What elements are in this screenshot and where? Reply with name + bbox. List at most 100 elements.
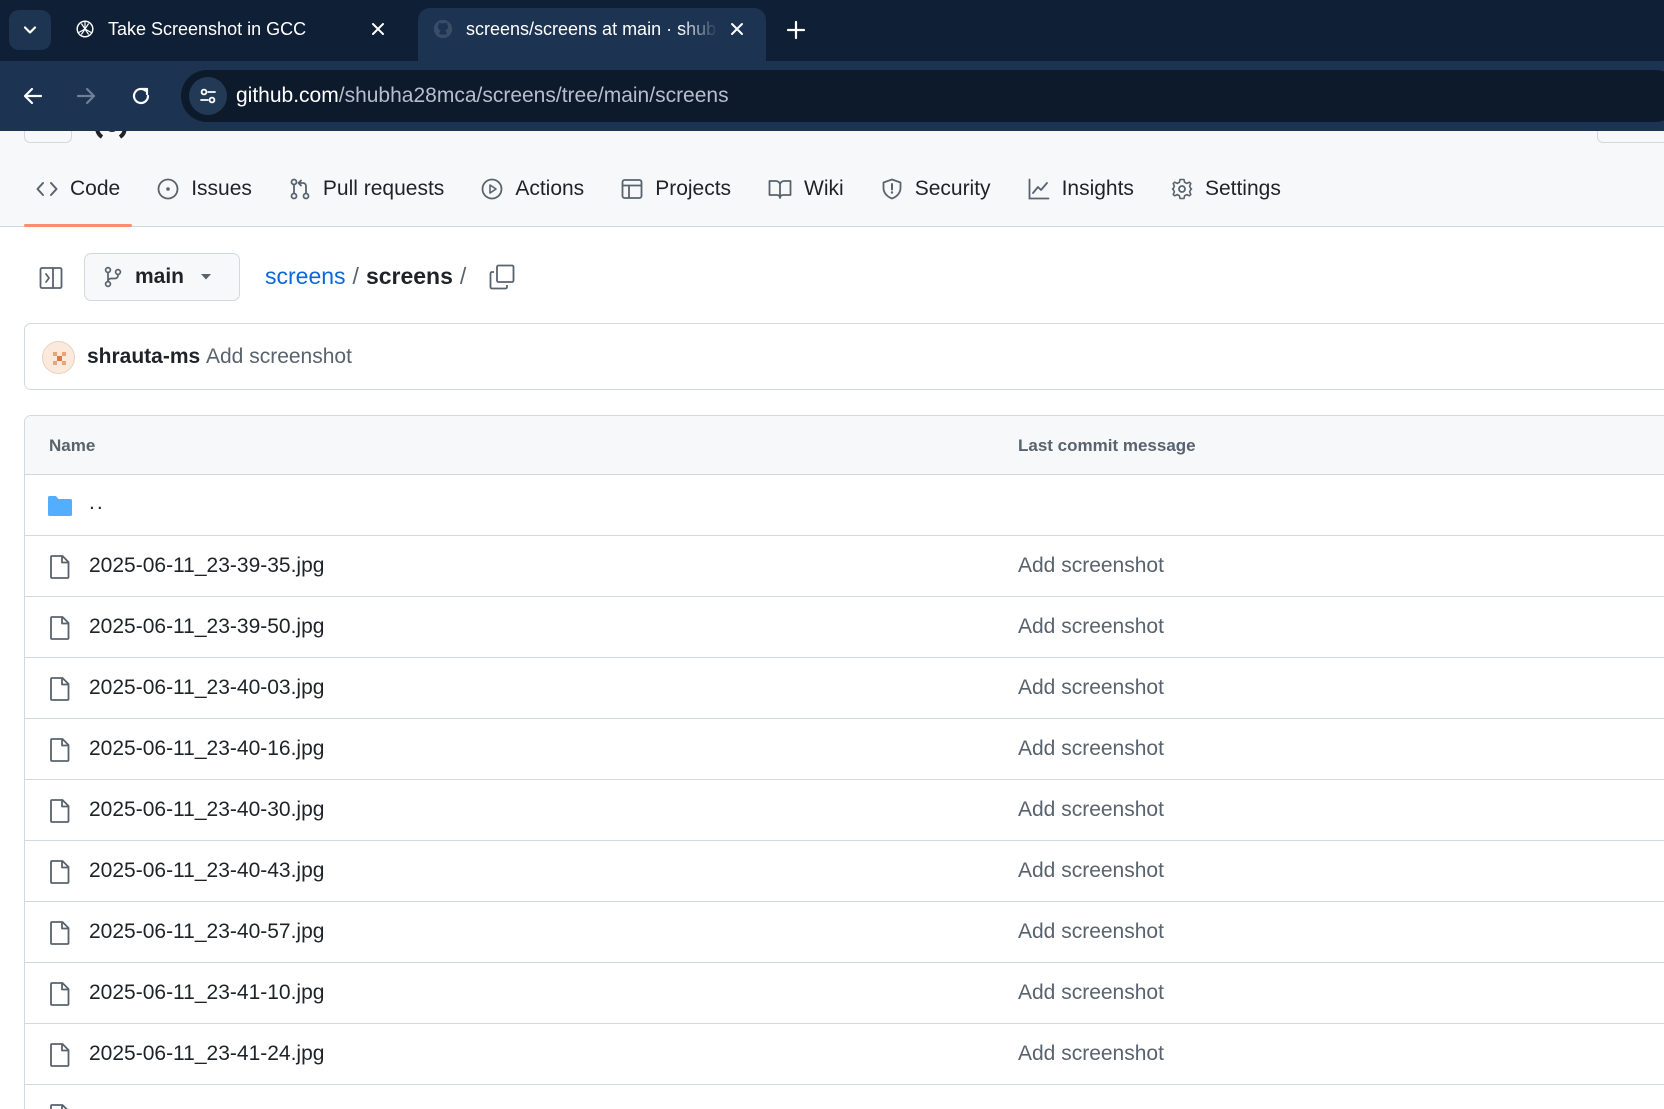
table-row-partial[interactable] xyxy=(25,1085,1664,1109)
breadcrumb: screens / screens / xyxy=(265,263,473,290)
file-name-link[interactable]: 2025-06-11_23-41-10.jpg xyxy=(89,981,324,1005)
file-commit-message-link[interactable]: Add screenshot xyxy=(1018,981,1164,1005)
file-commit-message-link[interactable]: Add screenshot xyxy=(1018,798,1164,822)
tab-settings-label: Settings xyxy=(1204,177,1281,200)
address-bar[interactable]: github.com/shubha28mca/screens/tree/main… xyxy=(181,70,1664,122)
tab-pull-requests[interactable]: Pull requests xyxy=(277,167,456,211)
tab-actions-label: Actions xyxy=(515,177,585,200)
tab-security[interactable]: Security xyxy=(869,167,1003,211)
github-logo-icon[interactable] xyxy=(92,131,132,141)
table-row[interactable]: 2025-06-11_23-40-30.jpg Add screenshot xyxy=(25,780,1664,841)
file-commit-message-link[interactable]: Add screenshot xyxy=(1018,676,1164,700)
commit-message-link[interactable]: Add screenshot xyxy=(206,345,352,369)
file-commit-message-link[interactable]: Add screenshot xyxy=(1018,615,1164,639)
shield-icon xyxy=(882,178,902,200)
url-text[interactable]: github.com/shubha28mca/screens/tree/main… xyxy=(236,84,729,108)
table-row[interactable]: 2025-06-11_23-39-50.jpg Add screenshot xyxy=(25,597,1664,658)
file-name-link[interactable]: 2025-06-11_23-40-03.jpg xyxy=(89,676,324,700)
sidebar-expand-icon xyxy=(39,267,63,289)
table-row[interactable]: 2025-06-11_23-39-35.jpg Add screenshot xyxy=(25,536,1664,597)
url-path: /shubha28mca/screens/tree/main/screens xyxy=(338,84,729,107)
file-commit-message-link[interactable]: Add screenshot xyxy=(1018,859,1164,883)
commit-author-link[interactable]: shrauta-ms xyxy=(87,345,200,369)
breadcrumb-separator: / xyxy=(352,263,359,289)
folder-icon xyxy=(48,496,72,516)
arrow-right-icon xyxy=(76,87,96,105)
tab-search-button[interactable] xyxy=(9,10,51,50)
browser-tab-strip: Take Screenshot in GCC screens/screens a… xyxy=(0,0,1664,61)
branch-name: main xyxy=(135,265,185,288)
openai-icon xyxy=(76,20,94,38)
file-icon xyxy=(50,799,70,823)
tab-pull-requests-label: Pull requests xyxy=(322,177,445,200)
browser-tab-1[interactable]: Take Screenshot in GCC xyxy=(60,8,407,61)
github-icon xyxy=(433,19,453,39)
tab-code-label: Code xyxy=(70,177,121,200)
file-name-link[interactable]: 2025-06-11_23-39-50.jpg xyxy=(89,615,324,639)
file-icon xyxy=(50,616,70,640)
path-bar: main screens / screens / xyxy=(24,251,1664,303)
branch-selector[interactable]: main xyxy=(84,253,240,301)
tab-insights[interactable]: Insights xyxy=(1016,167,1146,211)
file-commit-message-link[interactable]: Add screenshot xyxy=(1018,554,1164,578)
tab-issues[interactable]: Issues xyxy=(145,167,264,211)
file-name-link[interactable]: 2025-06-11_23-40-16.jpg xyxy=(89,737,324,761)
identicon-icon xyxy=(53,352,66,365)
git-branch-icon xyxy=(104,266,122,288)
header-action-button[interactable] xyxy=(1597,131,1664,143)
file-name-link[interactable]: 2025-06-11_23-39-35.jpg xyxy=(89,554,324,578)
global-menu-button[interactable] xyxy=(24,131,72,143)
caret-down-icon xyxy=(201,274,212,280)
table-row[interactable]: 2025-06-11_23-40-16.jpg Add screenshot xyxy=(25,719,1664,780)
parent-directory-link[interactable]: .. xyxy=(89,491,105,515)
tab-issues-label: Issues xyxy=(191,177,252,200)
back-button[interactable] xyxy=(18,81,48,111)
file-commit-message-link[interactable]: Add screenshot xyxy=(1018,920,1164,944)
breadcrumb-current-dir: screens xyxy=(365,263,453,289)
tab-code[interactable]: Code xyxy=(24,167,133,227)
tab-projects-label: Projects xyxy=(655,177,732,200)
tab-settings[interactable]: Settings xyxy=(1159,167,1293,211)
browser-tab-2-active[interactable]: screens/screens at main · shubha28mca/sc… xyxy=(418,8,766,61)
forward-button[interactable] xyxy=(71,81,101,111)
reload-button[interactable] xyxy=(126,81,156,111)
repo-header: Code Issues Pull requests Actions Projec… xyxy=(0,131,1664,227)
tab-actions[interactable]: Actions xyxy=(469,167,596,211)
breadcrumb-repo-link[interactable]: screens xyxy=(265,263,346,290)
table-row[interactable]: 2025-06-11_23-40-03.jpg Add screenshot xyxy=(25,658,1664,719)
expand-file-tree-button[interactable] xyxy=(32,259,70,297)
table-icon xyxy=(621,179,643,199)
file-name-link[interactable]: 2025-06-11_23-40-30.jpg xyxy=(89,798,324,822)
issue-icon xyxy=(157,178,179,200)
tab-projects[interactable]: Projects xyxy=(609,167,743,211)
file-table: Name Last commit message .. 2025-06-11_2… xyxy=(24,415,1664,1109)
file-icon xyxy=(50,555,70,579)
tab-wiki[interactable]: Wiki xyxy=(756,167,856,211)
table-row[interactable]: 2025-06-11_23-40-57.jpg Add screenshot xyxy=(25,902,1664,963)
close-tab-button[interactable] xyxy=(726,18,748,40)
file-name-link[interactable]: 2025-06-11_23-40-43.jpg xyxy=(89,859,324,883)
play-icon xyxy=(481,178,503,200)
tab-title: screens/screens at main · shubha28mca/sc… xyxy=(466,19,718,39)
file-icon xyxy=(50,1104,68,1109)
file-commit-message-link[interactable]: Add screenshot xyxy=(1018,1042,1164,1066)
parent-directory-row[interactable]: .. xyxy=(25,475,1664,536)
arrow-left-icon xyxy=(23,87,43,105)
close-tab-button[interactable] xyxy=(367,18,389,40)
file-name-link[interactable]: 2025-06-11_23-41-24.jpg xyxy=(89,1042,324,1066)
table-row[interactable]: 2025-06-11_23-40-43.jpg Add screenshot xyxy=(25,841,1664,902)
copy-icon xyxy=(489,264,515,290)
site-info-button[interactable] xyxy=(189,77,227,115)
copy-path-button[interactable] xyxy=(486,261,518,293)
repo-navigation: Code Issues Pull requests Actions Projec… xyxy=(24,167,1306,227)
graph-icon xyxy=(1028,178,1049,200)
table-row[interactable]: 2025-06-11_23-41-10.jpg Add screenshot xyxy=(25,963,1664,1024)
file-name-link[interactable]: 2025-06-11_23-40-57.jpg xyxy=(89,920,324,944)
chevron-down-icon xyxy=(23,26,37,34)
avatar[interactable] xyxy=(42,341,75,374)
file-commit-message-link[interactable]: Add screenshot xyxy=(1018,737,1164,761)
table-row[interactable]: 2025-06-11_23-41-24.jpg Add screenshot xyxy=(25,1024,1664,1085)
tab-security-label: Security xyxy=(914,177,991,200)
new-tab-button[interactable] xyxy=(780,14,812,46)
column-header-name: Name xyxy=(49,436,96,455)
